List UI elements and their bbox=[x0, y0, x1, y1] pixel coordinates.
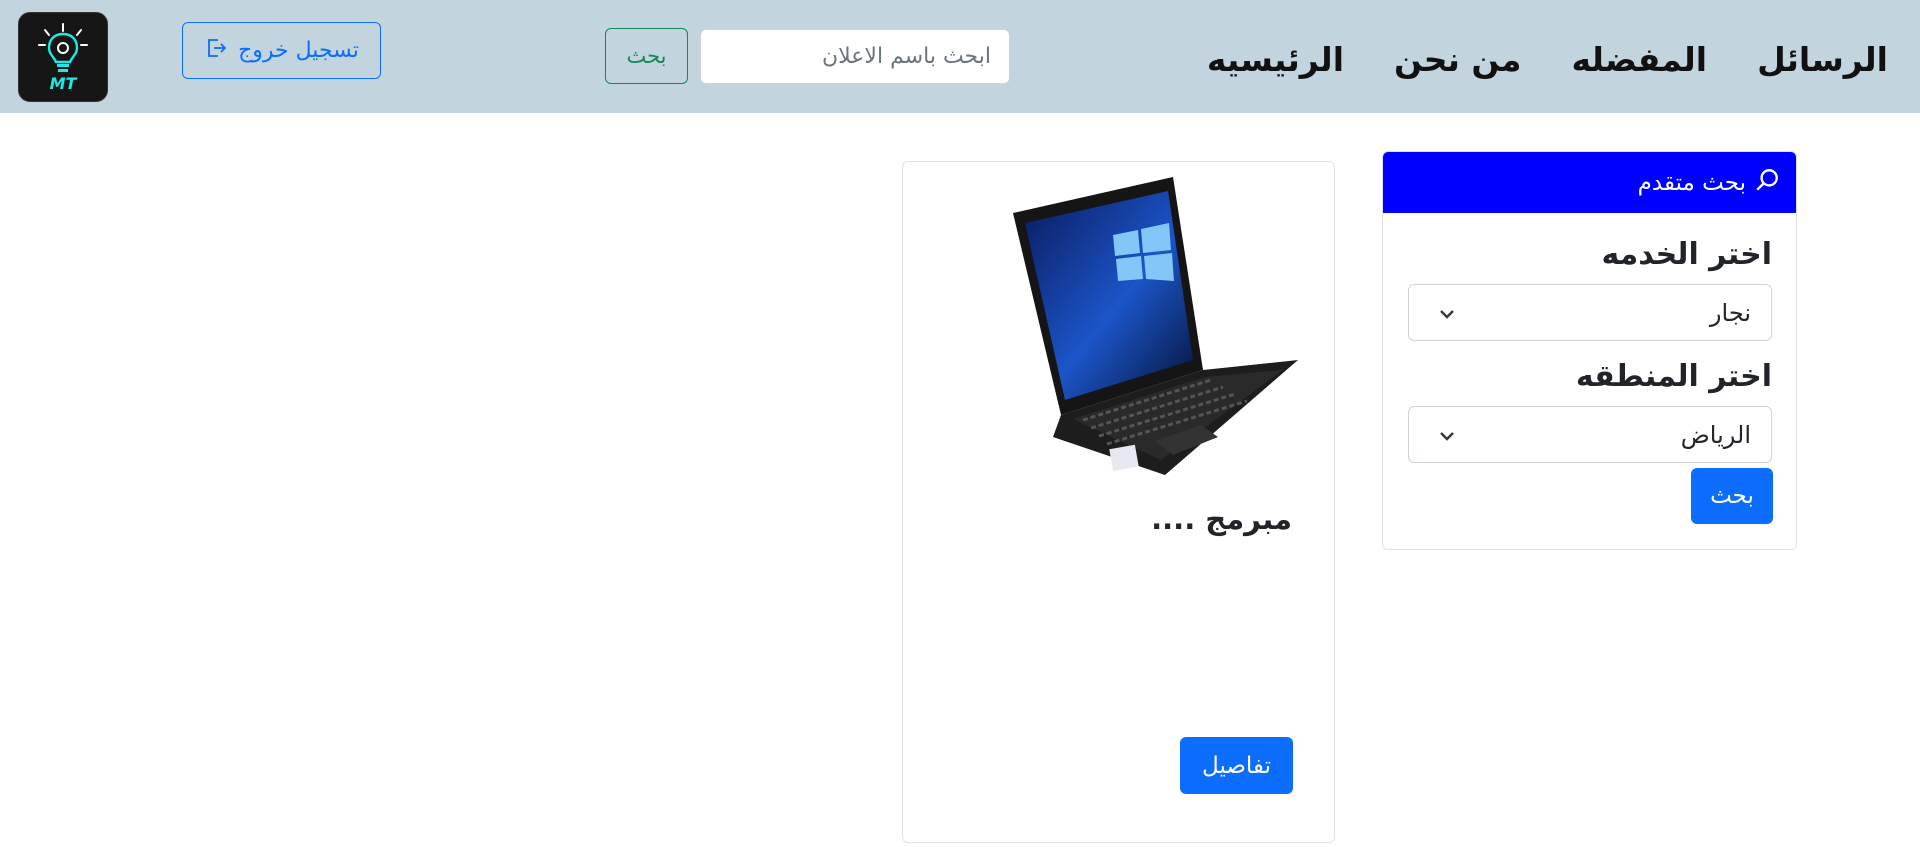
search-icon bbox=[1754, 167, 1780, 199]
logout-button[interactable]: تسجيل خروج bbox=[182, 22, 381, 79]
logout-icon bbox=[204, 36, 228, 66]
chevron-down-icon bbox=[1437, 424, 1457, 452]
nav-link-messages[interactable]: الرسائل bbox=[1757, 34, 1888, 86]
region-label: اختر المنطقه bbox=[1575, 359, 1772, 394]
advanced-search-header: بحث متقدم bbox=[1383, 152, 1796, 213]
nav-link-about[interactable]: من نحن bbox=[1394, 34, 1522, 86]
lightbulb-logo-icon: MT bbox=[38, 23, 88, 93]
service-label: اختر الخدمه bbox=[1601, 237, 1772, 272]
advanced-search-submit-button[interactable]: بحث bbox=[1691, 468, 1773, 524]
nav-link-home[interactable]: الرئيسيه bbox=[1207, 34, 1344, 86]
region-select-value: الرياض bbox=[1680, 420, 1751, 449]
svg-text:MT: MT bbox=[50, 74, 78, 93]
service-select[interactable]: نجار bbox=[1408, 284, 1772, 341]
advanced-search-card: بحث متقدم اختر الخدمه نجار اختر المنطقه … bbox=[1382, 151, 1797, 550]
listing-card: مبرمج .... تفاصيل bbox=[902, 161, 1335, 843]
laptop-image bbox=[1013, 177, 1298, 475]
top-navbar: الرسائل المفضله من نحن الرئيسيه بحث تسجي… bbox=[0, 0, 1920, 113]
ad-search-button[interactable]: بحث bbox=[605, 28, 688, 84]
service-select-value: نجار bbox=[1709, 298, 1751, 327]
site-logo[interactable]: MT bbox=[18, 12, 108, 102]
ad-search-input[interactable] bbox=[700, 29, 1010, 84]
region-select[interactable]: الرياض bbox=[1408, 406, 1772, 463]
advanced-search-title: بحث متقدم bbox=[1637, 169, 1746, 196]
logout-label: تسجيل خروج bbox=[238, 38, 359, 63]
nav-link-favorites[interactable]: المفضله bbox=[1572, 34, 1708, 86]
chevron-down-icon bbox=[1437, 302, 1457, 330]
listing-title: مبرمج .... bbox=[1151, 502, 1292, 536]
nav-links: الرسائل المفضله من نحن الرئيسيه bbox=[1207, 34, 1888, 86]
details-button[interactable]: تفاصيل bbox=[1180, 737, 1293, 794]
